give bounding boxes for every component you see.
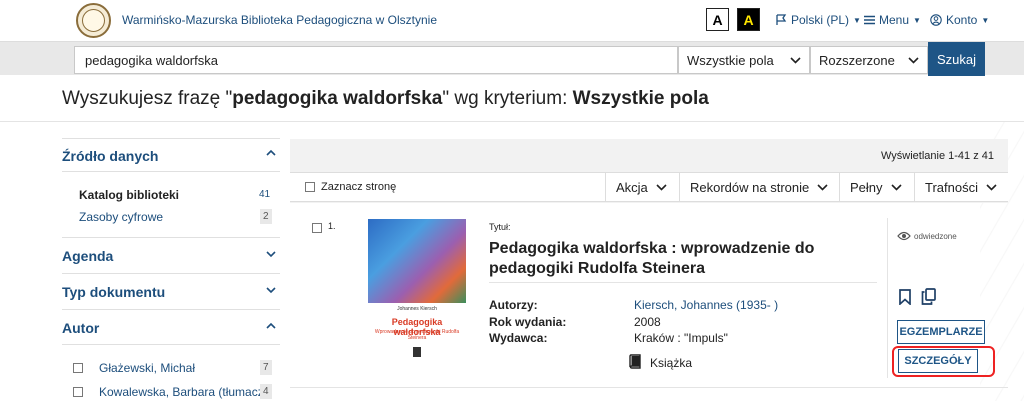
heading-middle: " wg kryterium:: [442, 88, 573, 109]
eye-icon: [897, 231, 911, 241]
per-page-dropdown[interactable]: Rekordów na stronie: [679, 173, 838, 201]
cover-author: Johannes Kiersch: [397, 306, 437, 312]
facet-divider: [62, 344, 280, 345]
action-label: Akcja: [616, 179, 648, 195]
user-icon: [930, 14, 942, 26]
publisher-value: Kraków : "Impuls": [634, 331, 728, 345]
chevron-up-icon[interactable]: [266, 148, 276, 158]
search-bar: Wszystkie pola Rozszerzone Szukaj: [0, 41, 1024, 76]
search-field-value: Wszystkie pola: [687, 52, 774, 68]
record-checkbox[interactable]: [312, 223, 322, 233]
caret-down-icon: ▼: [981, 15, 990, 25]
search-mode-select[interactable]: Rozszerzone: [810, 46, 928, 74]
account-label: Konto: [946, 13, 978, 27]
facet-count: 2: [260, 209, 272, 224]
chevron-down-icon[interactable]: [266, 285, 276, 295]
search-input[interactable]: [74, 46, 678, 74]
results-count: Wyświetlanie 1-41 z 41: [880, 150, 994, 162]
chevron-down-icon[interactable]: [266, 249, 276, 259]
visited-label: odwiedzone: [914, 232, 957, 241]
authors-label: Autorzy:: [489, 298, 538, 312]
facet-source-heading[interactable]: Źródło danych: [62, 148, 158, 164]
view-label: Pełny: [850, 179, 883, 195]
record-title[interactable]: Pedagogika waldorfska : wprowadzenie do …: [489, 239, 889, 279]
select-page-label: Zaznacz stronę: [321, 181, 397, 193]
library-logo[interactable]: [76, 3, 111, 38]
copies-button[interactable]: EGZEMPLARZE: [897, 320, 985, 344]
sort-dropdown[interactable]: Trafności: [914, 173, 1007, 201]
top-bar: Warmińsko-Mazurska Biblioteka Pedagogicz…: [0, 0, 1024, 41]
sort-label: Trafności: [925, 179, 978, 195]
logo-emblem: [82, 9, 105, 32]
year-value: 2008: [634, 315, 661, 329]
title-label: Tytuł:: [489, 222, 511, 232]
bookmark-icon[interactable]: [898, 289, 912, 305]
language-menu[interactable]: Polski (PL) ▼: [775, 13, 861, 27]
facet-doctype-heading[interactable]: Typ dokumentu: [62, 284, 165, 300]
facet-agenda-heading[interactable]: Agenda: [62, 248, 113, 264]
facet-item-author[interactable]: Głażewski, Michał: [99, 361, 195, 375]
author-checkbox[interactable]: [73, 363, 83, 373]
divider: [0, 121, 1024, 122]
record-divider: [489, 282, 877, 283]
facet-divider: [62, 171, 280, 172]
publisher-label: Wydawca:: [489, 331, 548, 345]
caret-down-icon: ▼: [853, 15, 861, 25]
search-mode-value: Rozszerzone: [819, 52, 895, 68]
facet-count: 41: [259, 189, 271, 200]
search-button[interactable]: Szukaj: [928, 42, 985, 76]
chevron-down-icon: [890, 183, 902, 191]
facet-item-author[interactable]: Kowalewska, Barbara (tłumacz): [99, 385, 268, 399]
facet-item-digital[interactable]: Zasoby cyfrowe: [79, 210, 163, 224]
select-page-checkbox[interactable]: [305, 182, 315, 192]
author-checkbox[interactable]: [73, 387, 83, 397]
cover-subtitle: Wprowadzenie do pedagogiki Rudolfa Stein…: [374, 329, 460, 341]
caret-down-icon: ▼: [913, 15, 921, 25]
chevron-down-icon: [908, 56, 919, 64]
facet-divider: [62, 237, 280, 238]
record-number: 1.: [328, 221, 336, 231]
contrast-normal-button[interactable]: A: [706, 8, 729, 31]
heading-phrase: pedagogika waldorfska: [232, 88, 443, 109]
chevron-down-icon: [790, 56, 801, 64]
facet-count: 4: [260, 384, 272, 399]
chevron-down-icon: [817, 183, 828, 191]
contrast-high-button[interactable]: A: [737, 8, 760, 31]
book-cover[interactable]: Johannes Kiersch Pedagogika waldorfska W…: [368, 219, 466, 364]
facet-count: 7: [260, 360, 272, 375]
per-page-label: Rekordów na stronie: [690, 179, 810, 195]
facet-divider: [62, 273, 280, 274]
copy-icon[interactable]: [921, 288, 936, 305]
facet-item-catalog[interactable]: Katalog biblioteki: [79, 188, 179, 202]
main-menu[interactable]: Menu ▼: [864, 13, 921, 27]
search-heading: Wyszukujesz frazę "pedagogika waldorfska…: [62, 88, 709, 110]
results-toolbar: Zaznacz stronę Akcja Rekordów na stronie…: [290, 172, 1008, 202]
record-side-divider: [887, 218, 888, 378]
library-name[interactable]: Warmińsko-Mazurska Biblioteka Pedagogicz…: [122, 13, 437, 27]
chevron-up-icon[interactable]: [266, 321, 276, 331]
publisher-logo: [413, 347, 421, 357]
format-label: Książka: [650, 356, 693, 370]
heading-criterion: Wszystkie pola: [572, 88, 709, 109]
language-label: Polski (PL): [791, 13, 850, 27]
facet-divider: [62, 138, 280, 139]
details-highlight-frame: [892, 346, 995, 377]
facet-author-heading[interactable]: Autor: [62, 320, 99, 336]
year-label: Rok wydania:: [489, 315, 567, 329]
book-icon: [629, 354, 641, 369]
view-dropdown[interactable]: Pełny: [839, 173, 912, 201]
flag-icon: [776, 14, 787, 25]
search-field-select[interactable]: Wszystkie pola: [678, 46, 810, 74]
menu-label: Menu: [879, 13, 910, 27]
heading-prefix: Wyszukujesz frazę ": [62, 88, 233, 109]
select-page-control[interactable]: Zaznacz stronę: [295, 173, 406, 201]
chevron-down-icon: [986, 183, 997, 191]
account-menu[interactable]: Konto ▼: [930, 13, 989, 27]
authors-link[interactable]: Kiersch, Johannes (1935- ): [634, 298, 778, 312]
hamburger-icon: [864, 15, 875, 25]
action-dropdown[interactable]: Akcja: [605, 173, 677, 201]
facet-divider: [62, 309, 280, 310]
chevron-down-icon: [656, 183, 667, 191]
